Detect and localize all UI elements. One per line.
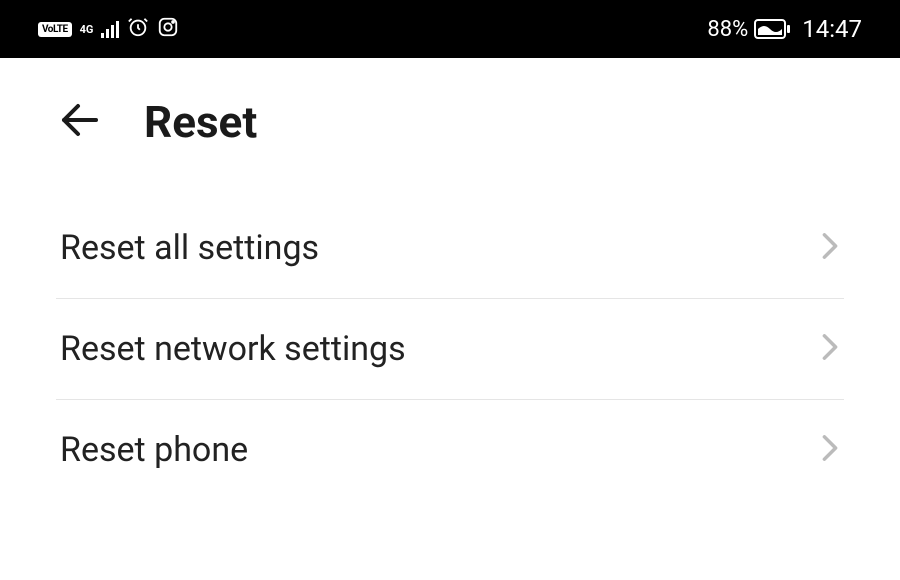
list-item-label: Reset all settings [60, 228, 319, 268]
status-left: VoLTE 4G [38, 16, 179, 42]
alarm-icon [127, 16, 149, 42]
back-button[interactable] [56, 96, 104, 148]
reset-phone-item[interactable]: Reset phone [56, 400, 844, 500]
network-type: 4G [80, 24, 94, 35]
header: Reset [0, 58, 900, 168]
volte-badge: VoLTE [38, 22, 72, 37]
status-right: 88% 14:47 [707, 15, 862, 43]
reset-all-settings-item[interactable]: Reset all settings [56, 198, 844, 299]
list-item-label: Reset phone [60, 430, 248, 470]
instagram-icon [157, 16, 179, 42]
list-item-label: Reset network settings [60, 329, 406, 369]
reset-network-settings-item[interactable]: Reset network settings [56, 299, 844, 400]
signal-icon [101, 20, 119, 38]
settings-list: Reset all settings Reset network setting… [0, 168, 900, 500]
battery-percent: 88% [707, 17, 748, 42]
battery-icon [754, 19, 790, 39]
page-title: Reset [144, 96, 257, 148]
clock-time: 14:47 [802, 15, 862, 43]
chevron-right-icon [820, 434, 840, 466]
arrow-left-icon [56, 96, 104, 144]
chevron-right-icon [820, 333, 840, 365]
chevron-right-icon [820, 232, 840, 264]
status-bar: VoLTE 4G 88% [0, 0, 900, 58]
